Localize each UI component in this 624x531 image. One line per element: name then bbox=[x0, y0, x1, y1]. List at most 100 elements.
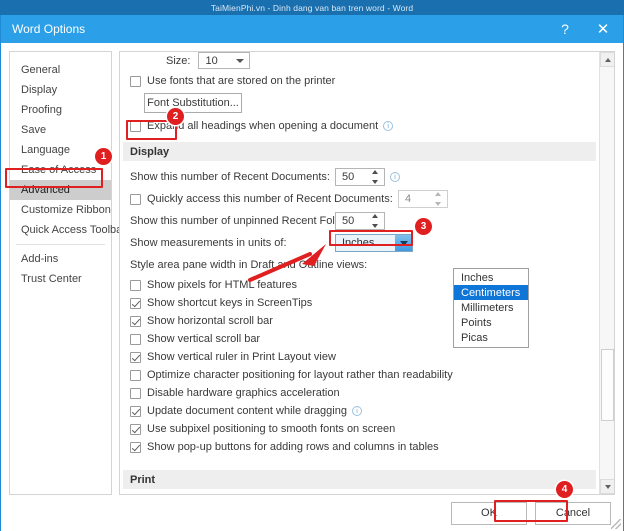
section-header-display: Display bbox=[123, 142, 596, 161]
annotation-badge-3: 3 bbox=[415, 218, 432, 235]
sidebar-item-add-ins[interactable]: Add-ins bbox=[10, 249, 111, 269]
checkbox-label-vertical-scrollbar: Show vertical scroll bar bbox=[147, 333, 261, 345]
sidebar-item-general[interactable]: General bbox=[10, 60, 111, 80]
dialog-footer: OK Cancel bbox=[1, 495, 623, 531]
content-vertical-scrollbar[interactable] bbox=[599, 52, 614, 494]
stepper-arrows-icon[interactable] bbox=[435, 192, 444, 206]
measurement-units-value: Inches bbox=[342, 237, 375, 249]
checkbox-quick-access-documents[interactable] bbox=[130, 193, 141, 205]
annotation-badge-4: 4 bbox=[556, 481, 573, 498]
unpinned-folders-stepper[interactable]: 50 bbox=[335, 212, 385, 230]
checkbox-label-printer-fonts: Use fonts that are stored on the printer bbox=[147, 75, 336, 87]
checkbox-horizontal-scrollbar[interactable] bbox=[130, 315, 141, 327]
sidebar-item-display[interactable]: Display bbox=[10, 80, 111, 100]
checkbox-row-popup-buttons-tables[interactable]: Show pop-up buttons for adding rows and … bbox=[120, 438, 599, 456]
checkbox-label-subpixel-positioning: Use subpixel positioning to smooth fonts… bbox=[147, 423, 396, 435]
checkbox-label-popup-buttons-tables: Show pop-up buttons for adding rows and … bbox=[147, 441, 439, 453]
font-size-value: 10 bbox=[205, 54, 218, 67]
checkbox-label-horizontal-scrollbar: Show horizontal scroll bar bbox=[147, 315, 273, 327]
annotation-badge-2: 2 bbox=[167, 108, 184, 125]
checkbox-row-expand-headings[interactable]: Expand all headings when opening a docum… bbox=[120, 117, 599, 135]
section-header-print-text: Print bbox=[130, 473, 156, 486]
checkbox-html-pixels[interactable] bbox=[130, 279, 141, 291]
checkbox-update-while-dragging[interactable] bbox=[130, 405, 141, 417]
checkbox-optimize-character-positioning[interactable] bbox=[130, 369, 141, 381]
sidebar-item-customize-ribbon[interactable]: Customize Ribbon bbox=[10, 200, 111, 220]
dropdown-option-centimeters[interactable]: Centimeters bbox=[454, 285, 528, 300]
font-size-row: Size: 10 bbox=[120, 52, 599, 69]
checkbox-label-html-pixels: Show pixels for HTML features bbox=[147, 279, 297, 291]
word-app-title-text: TaiMienPhi.vn - Dinh dang van ban tren w… bbox=[210, 2, 414, 13]
info-icon[interactable]: i bbox=[383, 121, 394, 131]
recent-documents-stepper[interactable]: 50 bbox=[335, 168, 385, 186]
sidebar-item-trust-center[interactable]: Trust Center bbox=[10, 269, 111, 289]
word-options-dialog: Word Options ? ✕ General Display Proofin… bbox=[0, 15, 624, 531]
checkbox-printer-fonts[interactable] bbox=[130, 75, 141, 87]
ok-button[interactable]: OK bbox=[451, 501, 527, 525]
font-substitution-button[interactable]: Font Substitution... bbox=[144, 93, 242, 113]
info-icon[interactable]: i bbox=[390, 172, 400, 182]
scrollbar-thumb[interactable] bbox=[601, 349, 614, 421]
resize-grip[interactable] bbox=[611, 519, 621, 529]
help-icon[interactable]: ? bbox=[547, 15, 583, 43]
checkbox-expand-headings[interactable] bbox=[130, 120, 141, 132]
measurement-units-dropdown-list[interactable]: Inches Centimeters Millimeters Points Pi… bbox=[453, 268, 529, 348]
sidebar-item-proofing[interactable]: Proofing bbox=[10, 100, 111, 120]
section-header-print: Print bbox=[123, 470, 596, 489]
checkbox-row-subpixel-positioning[interactable]: Use subpixel positioning to smooth fonts… bbox=[120, 420, 599, 438]
close-icon[interactable]: ✕ bbox=[583, 15, 623, 43]
checkbox-row-optimize-character-positioning[interactable]: Optimize character positioning for layou… bbox=[120, 366, 599, 384]
word-app-titlebar: TaiMienPhi.vn - Dinh dang van ban tren w… bbox=[0, 0, 624, 15]
checkbox-label-shortcut-keys: Show shortcut keys in ScreenTips bbox=[147, 297, 313, 309]
checkbox-row-printer-fonts[interactable]: Use fonts that are stored on the printer bbox=[120, 72, 599, 90]
measurement-units-label: Show measurements in units of: bbox=[130, 237, 287, 249]
measurement-units-row: Show measurements in units of: Inches bbox=[120, 232, 599, 254]
section-header-display-text: Display bbox=[130, 145, 170, 158]
checkbox-row-vertical-ruler[interactable]: Show vertical ruler in Print Layout view bbox=[120, 348, 599, 366]
dialog-titlebar: Word Options ? ✕ bbox=[1, 15, 623, 43]
unpinned-folders-label: Show this number of unpinned Recent Fold… bbox=[130, 215, 360, 227]
chevron-down-icon[interactable] bbox=[395, 235, 412, 251]
sidebar-item-advanced[interactable]: Advanced bbox=[10, 180, 111, 200]
font-size-combo[interactable]: 10 bbox=[198, 52, 251, 69]
cancel-button[interactable]: Cancel bbox=[535, 501, 611, 525]
stepper-arrows-icon[interactable] bbox=[372, 170, 381, 184]
dropdown-option-points[interactable]: Points bbox=[454, 315, 528, 330]
scroll-up-button[interactable] bbox=[600, 52, 614, 67]
measurement-units-select[interactable]: Inches bbox=[335, 234, 413, 252]
sidebar-divider bbox=[16, 244, 105, 245]
dropdown-option-picas[interactable]: Picas bbox=[454, 330, 528, 345]
quick-access-documents-row: Quickly access this number of Recent Doc… bbox=[120, 188, 599, 210]
font-size-label: Size: bbox=[166, 54, 191, 67]
quick-access-documents-value: 4 bbox=[405, 193, 412, 205]
chevron-down-icon bbox=[236, 58, 245, 63]
sidebar-item-ease-of-access[interactable]: Ease of Access bbox=[10, 160, 111, 180]
annotation-badge-1: 1 bbox=[95, 148, 112, 165]
checkbox-vertical-ruler[interactable] bbox=[130, 351, 141, 363]
checkbox-subpixel-positioning[interactable] bbox=[130, 423, 141, 435]
options-content: Size: 10 Use fonts that are stored on th… bbox=[120, 52, 599, 494]
sidebar-item-quick-access-toolbar[interactable]: Quick Access Toolbar bbox=[10, 220, 126, 240]
stepper-arrows-icon[interactable] bbox=[372, 214, 381, 228]
dialog-title: Word Options bbox=[12, 22, 86, 36]
checkbox-disable-hardware-acceleration[interactable] bbox=[130, 387, 141, 399]
recent-documents-row: Show this number of Recent Documents: 50… bbox=[120, 166, 599, 188]
quick-access-documents-stepper[interactable]: 4 bbox=[398, 190, 448, 208]
checkbox-row-update-while-dragging[interactable]: Update document content while dragging i bbox=[120, 402, 599, 420]
unpinned-folders-row: Show this number of unpinned Recent Fold… bbox=[120, 210, 599, 232]
checkbox-vertical-scrollbar[interactable] bbox=[130, 333, 141, 345]
checkbox-label-optimize-character-positioning: Optimize character positioning for layou… bbox=[147, 369, 453, 381]
checkbox-label-vertical-ruler: Show vertical ruler in Print Layout view bbox=[147, 351, 336, 363]
info-icon[interactable]: i bbox=[351, 406, 362, 416]
scroll-down-button[interactable] bbox=[600, 479, 614, 494]
dialog-titlebar-buttons: ? ✕ bbox=[547, 15, 623, 43]
dropdown-option-inches[interactable]: Inches bbox=[454, 270, 528, 285]
sidebar-item-save[interactable]: Save bbox=[10, 120, 111, 140]
unpinned-folders-value: 50 bbox=[342, 215, 355, 227]
checkbox-shortcut-keys[interactable] bbox=[130, 297, 141, 309]
options-content-pane: Size: 10 Use fonts that are stored on th… bbox=[119, 51, 615, 495]
dropdown-option-millimeters[interactable]: Millimeters bbox=[454, 300, 528, 315]
checkbox-popup-buttons-tables[interactable] bbox=[130, 441, 141, 453]
options-sidebar: General Display Proofing Save Language E… bbox=[9, 51, 126, 495]
checkbox-row-disable-hardware-acceleration[interactable]: Disable hardware graphics acceleration bbox=[120, 384, 599, 402]
